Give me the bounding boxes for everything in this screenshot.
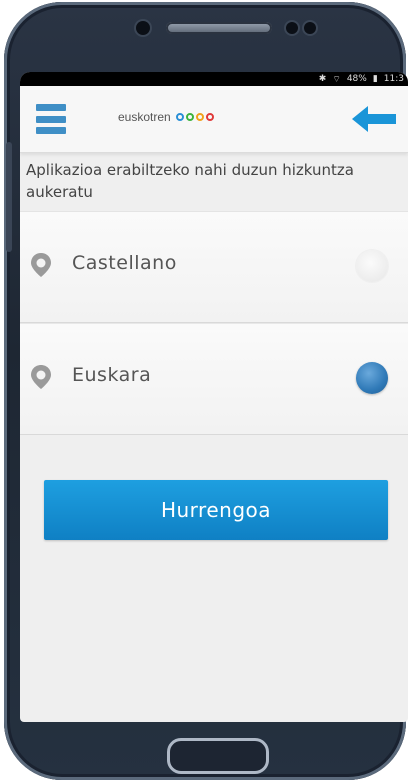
- arrow-left-icon[interactable]: [352, 105, 396, 133]
- radio-button-castellano[interactable]: [356, 250, 388, 282]
- radio-button-euskara[interactable]: [356, 362, 388, 394]
- front-camera-icon: [136, 21, 150, 35]
- battery-icon: ▮: [372, 74, 378, 84]
- phone-speaker: [166, 22, 272, 34]
- brand-logo: euskotren: [118, 110, 214, 124]
- phone-side-button: [6, 142, 12, 252]
- status-time: 11:3: [383, 74, 404, 84]
- next-button[interactable]: Hurrengoa: [44, 480, 388, 540]
- app-screen: ✱ ⌔ 48% ▮ 11:3 euskotren Aplikazioa erab…: [20, 72, 408, 722]
- status-bar: ✱ ⌔ 48% ▮ 11:3: [20, 72, 408, 86]
- hamburger-menu-icon[interactable]: [36, 104, 66, 134]
- bluetooth-icon: ✱: [318, 74, 327, 84]
- brand-dot-1: [185, 113, 194, 121]
- location-pin-icon: [31, 253, 51, 277]
- location-pin-icon: [31, 365, 51, 389]
- app-header: euskotren: [20, 86, 408, 153]
- brand-dots-icon: [175, 113, 214, 121]
- home-button[interactable]: [167, 738, 269, 774]
- language-option-castellano[interactable]: Castellano: [20, 211, 408, 323]
- phone-frame: ✱ ⌔ 48% ▮ 11:3 euskotren Aplikazioa erab…: [4, 2, 408, 780]
- proximity-sensor-icon: [286, 22, 298, 34]
- language-option-euskara[interactable]: Euskara: [20, 323, 408, 435]
- battery-percent: 48%: [346, 74, 367, 84]
- brand-dot-3: [205, 113, 214, 121]
- light-sensor-icon: [304, 22, 316, 34]
- brand-dot-0: [175, 113, 184, 121]
- brand-name: euskotren: [118, 110, 171, 124]
- wifi-icon: ⌔: [332, 74, 341, 85]
- language-label: Euskara: [72, 364, 152, 386]
- language-label: Castellano: [72, 252, 177, 274]
- brand-dot-2: [195, 113, 204, 121]
- language-instruction: Aplikazioa erabiltzeko nahi duzun hizkun…: [26, 161, 354, 201]
